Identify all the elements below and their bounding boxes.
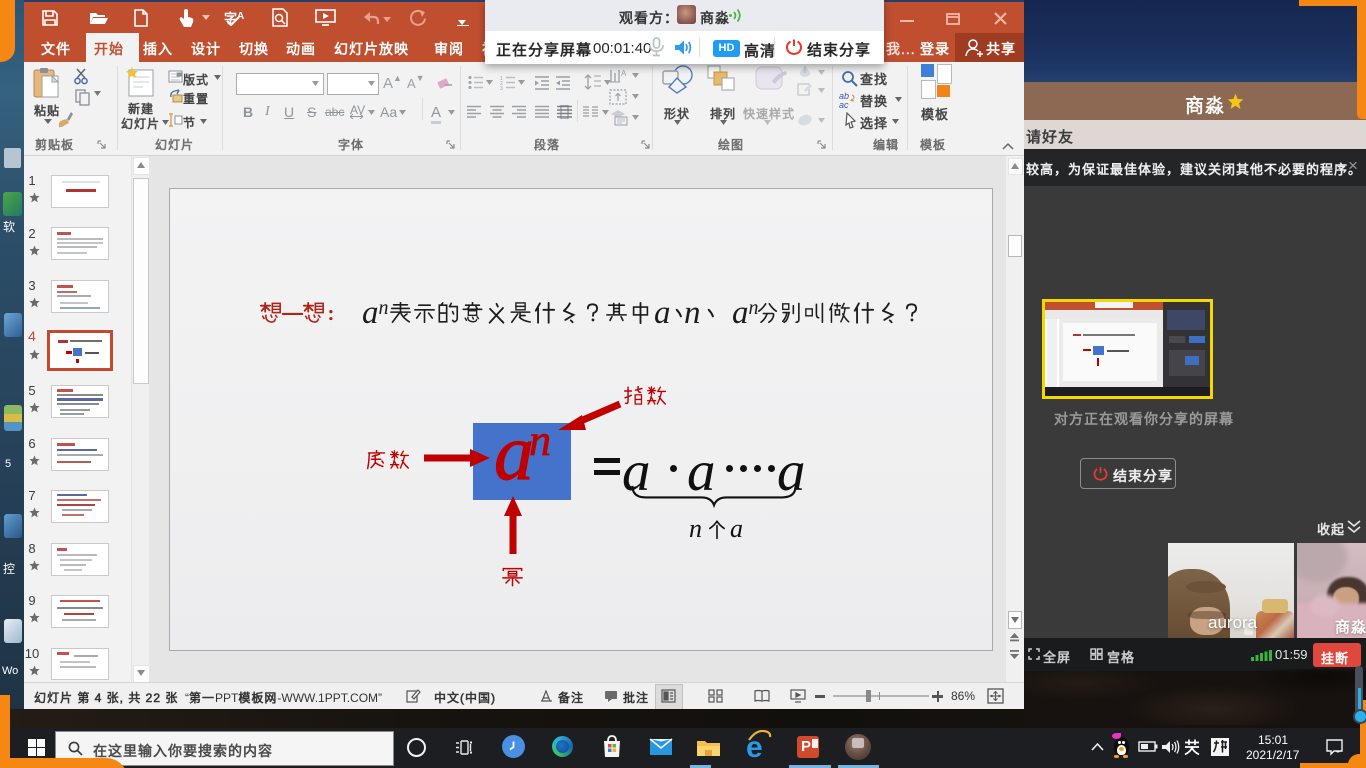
svg-text:3: 3 xyxy=(500,86,503,90)
svg-text:A: A xyxy=(621,69,627,78)
svg-text:ac: ac xyxy=(839,100,849,108)
